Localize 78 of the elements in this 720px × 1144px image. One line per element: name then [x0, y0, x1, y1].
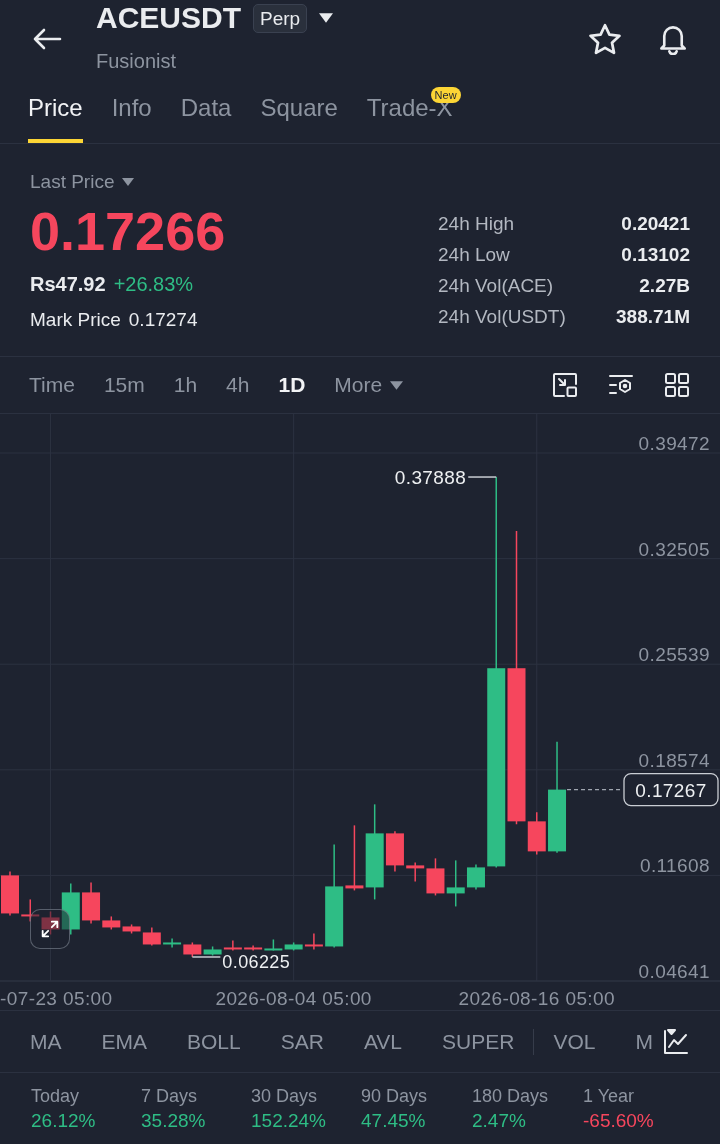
low-price-label: 0.06225	[222, 952, 291, 972]
candlestick	[183, 941, 202, 958]
indicator-option[interactable]: EMA	[101, 1028, 147, 1055]
stat-label: 24h High	[438, 212, 515, 236]
candlestick	[163, 937, 182, 949]
current-price-tag: 0.17267	[623, 772, 719, 807]
mark-price-label: Mark Price	[30, 308, 121, 332]
fiat-price: Rs47.92	[30, 272, 106, 297]
interval-tab[interactable]: 4h	[226, 372, 250, 398]
stat-value: 388.71M	[616, 305, 690, 329]
price-axis-label: 0.32505	[638, 538, 710, 560]
period-label: 30 Days	[251, 1085, 318, 1108]
change-percent: +26.83%	[113, 272, 194, 297]
period-label: 180 Days	[472, 1085, 549, 1108]
period-change: 152.24%	[251, 1109, 326, 1133]
leader-line	[467, 476, 497, 478]
last-price: 0.17266	[30, 201, 226, 261]
period-change: 2.47%	[472, 1109, 526, 1133]
interval-tab[interactable]: 1D	[278, 372, 306, 398]
minimize-icon[interactable]	[552, 372, 578, 398]
price-axis-label: 0.39472	[638, 433, 710, 454]
indicator-option[interactable]: SUPER	[442, 1028, 515, 1055]
star-icon[interactable]	[588, 23, 622, 55]
line-chart-icon[interactable]	[662, 1027, 690, 1056]
stat-value: 2.27B	[639, 274, 690, 298]
symbol-title: ACEUSDT	[96, 0, 241, 36]
indicator-option[interactable]: VOL	[553, 1028, 596, 1055]
stat-label: 24h Vol(ACE)	[438, 274, 554, 298]
indicator-option[interactable]: AVL	[363, 1028, 403, 1055]
section-tab[interactable]: Info	[111, 80, 152, 143]
date-axis-label: 2026-08-16 05:00	[458, 988, 615, 1009]
interval-tab[interactable]: Time	[29, 372, 75, 398]
interval-tab[interactable]: 1h	[173, 372, 198, 398]
period-label: 7 Days	[141, 1085, 198, 1108]
candlestick	[223, 939, 242, 952]
new-badge: New	[430, 87, 461, 103]
candlestick	[446, 859, 465, 908]
mark-price-value: 0.17274	[128, 308, 198, 332]
stat-label: 24h Low	[438, 243, 510, 267]
candlestick	[1, 870, 19, 917]
project-name: Fusionist	[96, 49, 178, 74]
high-price-label: 0.37888	[394, 467, 467, 489]
grid-icon[interactable]	[664, 372, 690, 398]
indicator-option[interactable]: M	[635, 1028, 653, 1055]
section-tab[interactable]: Data	[180, 80, 232, 143]
period-change: -65.60%	[583, 1109, 654, 1133]
stat-label: 24h Vol(USDT)	[438, 305, 566, 329]
price-type-selector[interactable]: Last Price	[30, 170, 135, 194]
price-axis-label: 0.18574	[638, 749, 710, 771]
section-tab[interactable]: Square	[260, 80, 338, 143]
more-menu-button[interactable]: More	[334, 372, 404, 398]
candlestick	[21, 898, 40, 923]
price-axis-label: 0.04641	[638, 961, 710, 982]
indicator-option[interactable]: SAR	[280, 1028, 324, 1055]
expand-button[interactable]	[30, 909, 70, 949]
date-axis-label: 2026-08-04 05:00	[215, 988, 372, 1009]
date-axis-label: -07-23 05:00	[0, 988, 113, 1009]
period-label: 1 Year	[583, 1085, 635, 1108]
period-change: 35.28%	[141, 1109, 206, 1133]
indicator-option[interactable]: MA	[30, 1028, 62, 1055]
interval-tab[interactable]: 15m	[103, 372, 145, 398]
indicator-option[interactable]: BOLL	[187, 1028, 241, 1055]
period-change: 26.12%	[31, 1109, 96, 1133]
period-label: 90 Days	[361, 1085, 428, 1108]
contract-badge: Perp	[253, 3, 308, 33]
period-label: Today	[31, 1085, 80, 1108]
section-tab[interactable]: Price	[28, 80, 83, 143]
price-axis-label: 0.25539	[638, 644, 710, 666]
period-change: 47.45%	[361, 1109, 426, 1133]
candlestick	[203, 945, 222, 957]
price-axis-label: 0.11608	[639, 855, 710, 877]
leader-line	[191, 956, 222, 958]
stat-value: 0.13102	[621, 243, 690, 267]
caret-down-icon[interactable]	[319, 13, 334, 23]
candlestick	[467, 863, 485, 891]
expand-icon	[39, 918, 61, 940]
stat-value: 0.20421	[621, 212, 690, 236]
back-icon[interactable]	[32, 27, 62, 51]
